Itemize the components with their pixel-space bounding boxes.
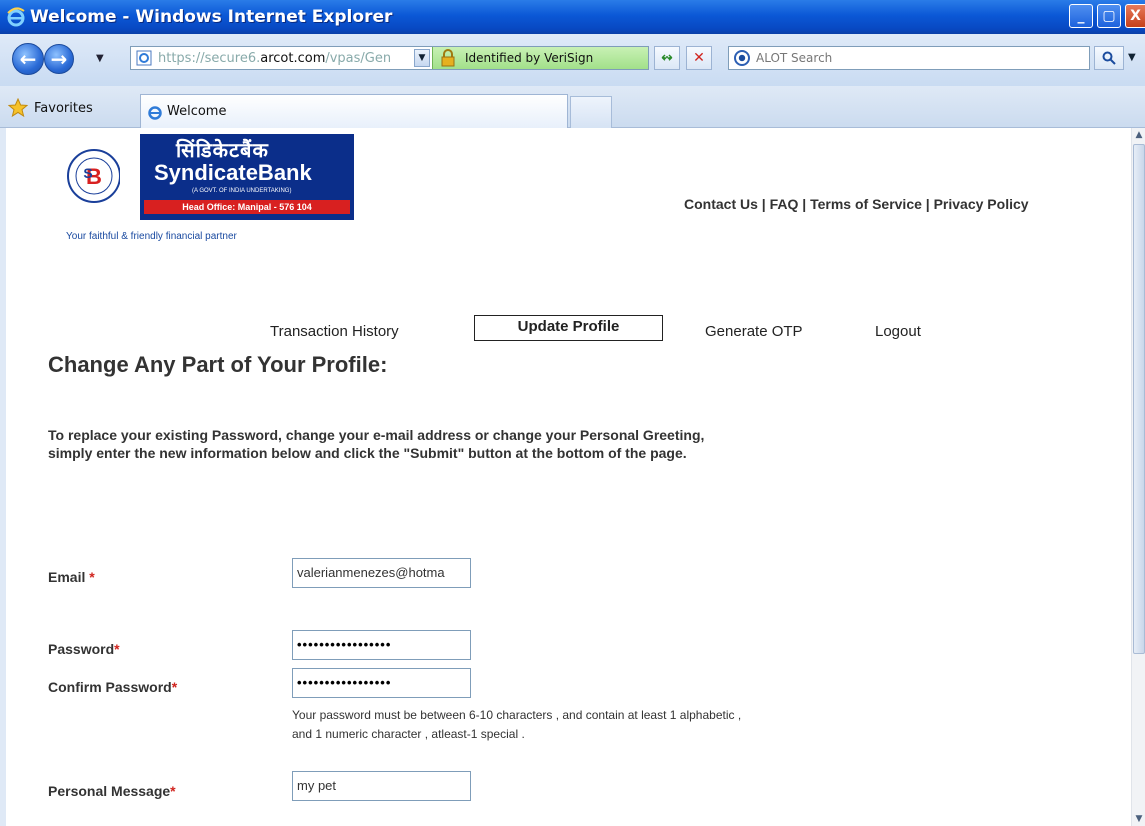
internet-explorer-icon <box>7 7 25 27</box>
email-label-text: Email <box>48 569 90 585</box>
scroll-up-icon[interactable]: ▲ <box>1133 128 1145 142</box>
menu-transaction-history[interactable]: Transaction History <box>270 323 399 340</box>
back-arrow-icon: ← <box>19 47 37 71</box>
new-tab-button[interactable] <box>570 96 612 128</box>
page-title: Change Any Part of Your Profile: <box>48 352 388 377</box>
email-field[interactable]: valerianmenezes@hotma <box>292 558 471 588</box>
terms-of-service-link[interactable]: Terms of Service <box>810 196 922 212</box>
search-options-dropdown-icon[interactable]: ▼ <box>1128 52 1136 63</box>
url-text[interactable]: https://secure6.arcot.com/vpas/Gen <box>158 51 410 66</box>
logo-banner: सिंडिकेटबैंक SyndicateBank (A GOVT. OF I… <box>140 134 354 220</box>
address-bar[interactable]: https://secure6.arcot.com/vpas/Gen ▼ Ide… <box>130 46 649 70</box>
url-path: /vpas/Gen <box>325 50 392 66</box>
page-icon <box>136 50 152 66</box>
password-label-text: Password <box>48 641 115 657</box>
menu-update-profile[interactable]: Update Profile <box>474 315 663 341</box>
window-title: Welcome - Windows Internet Explorer <box>30 7 393 27</box>
vertical-scrollbar[interactable]: ▲ ▼ <box>1131 128 1145 826</box>
internet-explorer-icon <box>148 105 162 120</box>
window-title-bar: Welcome - Windows Internet Explorer _ ▢ … <box>0 0 1145 34</box>
star-icon <box>8 98 28 118</box>
link-separator: | <box>798 196 811 212</box>
favorites-bar: Favorites Welcome <box>0 86 1145 128</box>
magnifier-icon <box>1102 51 1116 65</box>
page-content: B S सिंडिकेटबैंक SyndicateBank (A GOVT. … <box>0 128 1131 826</box>
close-button[interactable]: X <box>1125 4 1145 28</box>
refresh-button[interactable]: ↭ <box>654 46 680 70</box>
lock-icon <box>441 49 455 67</box>
confirm-password-label-text: Confirm Password <box>48 679 172 695</box>
personal-message-field[interactable]: my pet <box>292 771 471 801</box>
favorites-button[interactable]: Favorites <box>8 98 93 118</box>
stop-icon: ✕ <box>693 50 705 66</box>
menu-generate-otp[interactable]: Generate OTP <box>705 323 803 340</box>
top-links: Contact Us | FAQ | Terms of Service | Pr… <box>684 196 1029 212</box>
logo-brand-name: SyndicateBank <box>154 160 312 185</box>
faq-link[interactable]: FAQ <box>770 196 799 212</box>
search-provider-icon <box>734 50 750 66</box>
confirm-password-field[interactable]: ••••••••••••••••• <box>292 668 471 698</box>
favorites-label: Favorites <box>34 100 93 116</box>
menu-logout[interactable]: Logout <box>875 323 921 340</box>
navigation-bar: ← → ▼ https://secure6.arcot.com/vpas/Gen… <box>0 34 1145 86</box>
logo-tagline: Your faithful & friendly financial partn… <box>66 231 237 242</box>
contact-us-link[interactable]: Contact Us <box>684 196 758 212</box>
stop-button[interactable]: ✕ <box>686 46 712 70</box>
required-marker: * <box>114 641 120 657</box>
forward-button[interactable]: → <box>44 44 74 74</box>
logo-head-office: Head Office: Manipal - 576 104 <box>144 200 350 214</box>
logo-govt-note: (A GOVT. OF INDIA UNDERTAKING) <box>192 188 292 194</box>
required-marker: * <box>171 679 178 695</box>
url-subdomain: secure6. <box>204 50 261 66</box>
search-placeholder: ALOT Search <box>756 51 833 65</box>
required-marker: * <box>170 783 176 799</box>
password-field[interactable]: ••••••••••••••••• <box>292 630 471 660</box>
privacy-policy-link[interactable]: Privacy Policy <box>934 196 1029 212</box>
svg-text:S: S <box>83 165 92 181</box>
address-dropdown-icon[interactable]: ▼ <box>414 49 430 67</box>
refresh-icon: ↭ <box>661 50 673 66</box>
scrollbar-thumb[interactable] <box>1133 144 1145 654</box>
url-scheme: https:// <box>158 50 205 66</box>
intro-text: To replace your existing Password, chang… <box>48 427 705 461</box>
password-label: Password* <box>48 641 120 657</box>
link-separator: | <box>921 196 934 212</box>
back-button[interactable]: ← <box>12 43 44 75</box>
tab-title: Welcome <box>167 104 227 119</box>
scroll-down-icon[interactable]: ▼ <box>1133 812 1145 826</box>
security-status[interactable]: Identified by VeriSign <box>432 47 648 69</box>
minimize-button[interactable]: _ <box>1069 4 1093 28</box>
recent-pages-dropdown-icon[interactable]: ▼ <box>96 53 104 64</box>
maximize-button[interactable]: ▢ <box>1097 4 1121 28</box>
personal-message-label-text: Personal Message <box>48 783 171 799</box>
tab-welcome[interactable]: Welcome <box>140 94 568 128</box>
required-marker: * <box>89 569 95 585</box>
logo-hindi-text: सिंडिकेटबैंक <box>176 138 269 162</box>
url-host: arcot.com <box>260 50 326 66</box>
search-button[interactable] <box>1094 46 1124 70</box>
password-hint: Your password must be between 6-10 chara… <box>292 708 742 741</box>
confirm-password-label: Confirm Password* <box>48 679 177 695</box>
bank-seal-icon: B S <box>67 149 120 203</box>
email-label: Email * <box>48 569 95 585</box>
forward-arrow-icon: → <box>50 47 68 71</box>
search-box[interactable]: ALOT Search <box>728 46 1090 70</box>
security-label: Identified by VeriSign <box>465 51 594 65</box>
syndicate-bank-logo[interactable]: B S सिंडिकेटबैंक SyndicateBank (A GOVT. … <box>60 132 360 252</box>
personal-message-label: Personal Message* <box>48 783 176 799</box>
link-separator: | <box>757 196 770 212</box>
